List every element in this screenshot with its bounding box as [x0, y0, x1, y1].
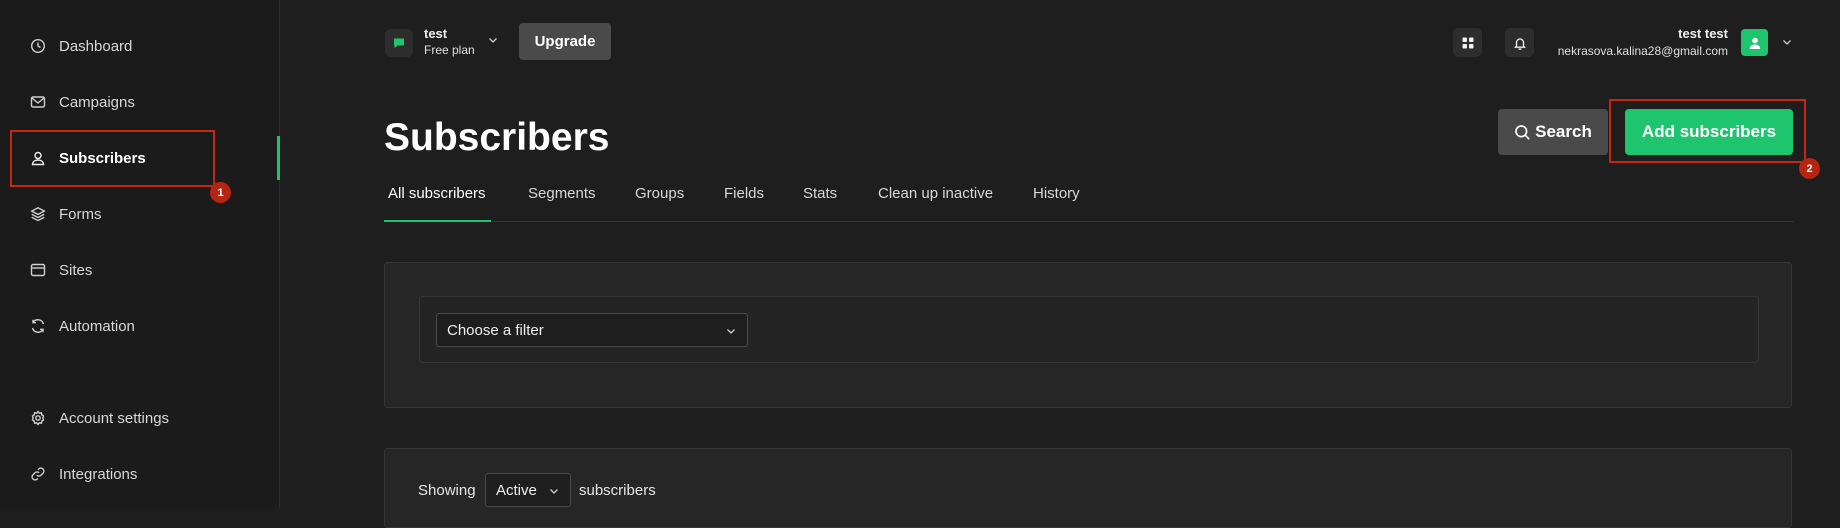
- sidebar-item-label: Campaigns: [59, 93, 135, 111]
- annotation-badge-1: 1: [210, 182, 231, 203]
- refresh-icon: [30, 318, 46, 334]
- sidebar-item-account-settings[interactable]: Account settings: [30, 403, 169, 433]
- chevron-down-icon: [548, 485, 560, 497]
- sidebar-item-label: Sites: [59, 261, 93, 279]
- sidebar-item-dashboard[interactable]: Dashboard: [30, 31, 132, 61]
- showing-label: Showing: [418, 482, 476, 499]
- team-plan: Free plan: [424, 43, 475, 57]
- annotation-badge-2: 2: [1799, 158, 1820, 179]
- sidebar-item-label: Integrations: [59, 465, 138, 483]
- chevron-down-icon: [725, 325, 737, 337]
- browser-icon: [30, 262, 46, 278]
- sidebar-item-label: Dashboard: [59, 37, 133, 55]
- user-email: nekrasova.kalina28@gmail.com: [1557, 44, 1728, 58]
- annotation-box-1: [10, 130, 215, 187]
- link-icon: [30, 466, 46, 482]
- search-icon: [1514, 124, 1531, 141]
- user-avatar-icon: [1748, 36, 1762, 50]
- layers-icon: [30, 206, 46, 222]
- sidebar-item-automation[interactable]: Automation: [30, 311, 135, 341]
- sidebar-item-label: Automation: [59, 317, 135, 335]
- page-title: Subscribers: [384, 116, 610, 159]
- avatar[interactable]: [1741, 29, 1768, 56]
- chevron-down-icon[interactable]: [1781, 36, 1793, 48]
- sidebar-item-label: Forms: [59, 205, 102, 223]
- active-tab-underline: [384, 220, 491, 222]
- bell-icon: [1513, 36, 1527, 50]
- subscribers-label: subscribers: [579, 482, 656, 499]
- filter-select-value: Choose a filter: [447, 321, 544, 339]
- subscribers-list-panel: Showing Active subscribers: [384, 448, 1792, 528]
- search-button[interactable]: Search: [1498, 109, 1608, 155]
- chevron-down-icon[interactable]: [487, 34, 499, 46]
- filter-panel: Choose a filter: [384, 262, 1792, 408]
- tab-stats[interactable]: Stats: [803, 185, 837, 202]
- sidebar-item-label: Account settings: [59, 409, 170, 427]
- grid-icon: [1461, 36, 1475, 50]
- sidebar-item-integrations[interactable]: Integrations: [30, 459, 137, 489]
- tab-groups[interactable]: Groups: [635, 185, 684, 202]
- upgrade-button[interactable]: Upgrade: [519, 23, 611, 60]
- team-icon[interactable]: [385, 29, 413, 57]
- tab-history[interactable]: History: [1033, 185, 1080, 202]
- active-indicator: [277, 136, 280, 180]
- sidebar-item-forms[interactable]: Forms: [30, 199, 102, 229]
- search-button-label: Search: [1535, 122, 1592, 141]
- filter-select[interactable]: Choose a filter: [436, 313, 748, 347]
- sidebar-item-campaigns[interactable]: Campaigns: [30, 87, 135, 117]
- sidebar-item-sites[interactable]: Sites: [30, 255, 92, 285]
- status-select[interactable]: Active: [485, 473, 571, 507]
- status-select-value: Active: [496, 481, 537, 499]
- tab-fields[interactable]: Fields: [724, 185, 764, 202]
- filter-row: Choose a filter: [419, 296, 1759, 363]
- apps-grid-button[interactable]: [1453, 28, 1482, 57]
- tab-segments[interactable]: Segments: [528, 185, 596, 202]
- dashboard-icon: [30, 38, 46, 54]
- subscriber-tabs: All subscribers Segments Groups Fields S…: [384, 175, 1793, 222]
- annotation-box-2: [1609, 99, 1806, 163]
- sidebar: Dashboard Campaigns Subscribers Forms Si…: [0, 0, 280, 508]
- mail-icon: [30, 94, 46, 110]
- user-name[interactable]: test test: [1678, 26, 1728, 41]
- gear-icon: [30, 410, 46, 426]
- notifications-button[interactable]: [1505, 28, 1534, 57]
- tab-all-subscribers[interactable]: All subscribers: [388, 185, 486, 202]
- tab-clean-up-inactive[interactable]: Clean up inactive: [878, 185, 993, 202]
- team-name[interactable]: test: [424, 26, 447, 41]
